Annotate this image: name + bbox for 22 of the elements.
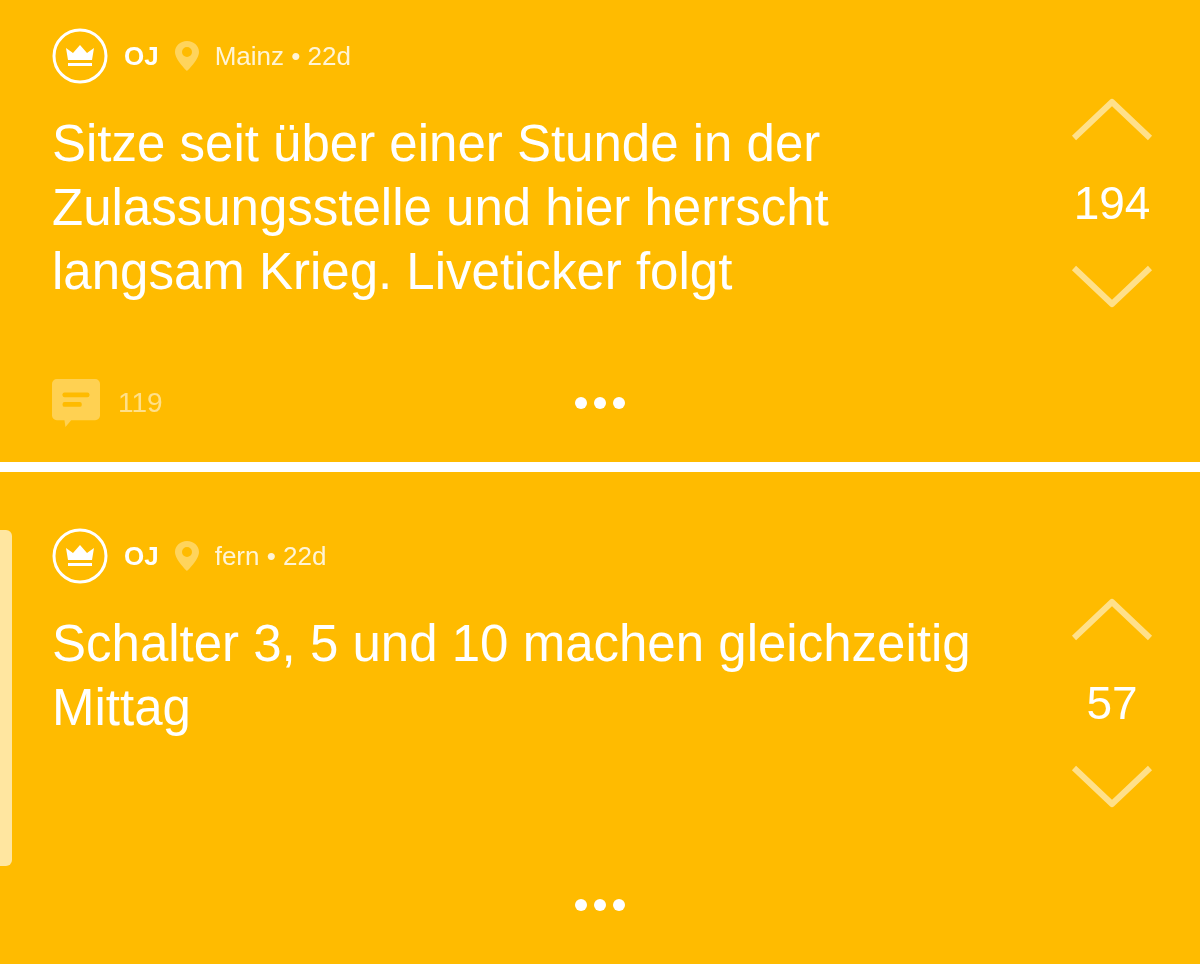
vote-count: 57 xyxy=(1086,678,1138,728)
upvote-icon[interactable] xyxy=(1070,596,1154,642)
location-time: fern • 22d xyxy=(214,540,327,572)
post-card[interactable]: OJ fern • 22d Schalter 3, 5 und 10 machen gleichzeitig Mittag 57 xyxy=(0,472,1200,964)
more-options-icon[interactable] xyxy=(574,396,626,410)
upvote-icon[interactable] xyxy=(1070,96,1154,142)
crown-badge-icon xyxy=(52,28,108,84)
downvote-icon[interactable] xyxy=(1070,264,1154,310)
post-text: Sitze seit über einer Stunde in der Zulassungsstelle und hier herrscht langsam Krieg. Liveticker folgt xyxy=(52,114,830,302)
location-time: Mainz • 22d xyxy=(214,40,351,72)
location-pin-icon xyxy=(174,541,199,571)
post-text: Schalter 3, 5 und 10 machen gleichzeitig Mittag xyxy=(52,614,972,738)
comment-count: 119 xyxy=(118,387,163,419)
author-name: OJ xyxy=(124,40,159,72)
vote-count: 194 xyxy=(1073,178,1151,228)
more-options-icon[interactable] xyxy=(574,898,626,912)
author-name: OJ xyxy=(124,540,159,572)
comment-icon[interactable] xyxy=(52,378,100,428)
crown-badge-icon xyxy=(52,528,108,584)
downvote-icon[interactable] xyxy=(1070,764,1154,810)
location-pin-icon xyxy=(174,41,199,71)
post-card[interactable]: OJ Mainz • 22d Sitze seit über einer Stunde in der Zulassungsstelle und hier herrscht langsam Krieg. Liveticker folgt 194 119 xyxy=(0,0,1200,462)
